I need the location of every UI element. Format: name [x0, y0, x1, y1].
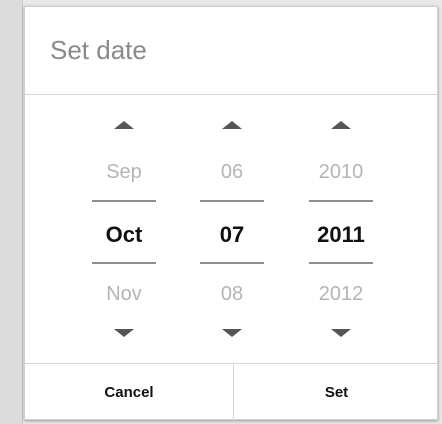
day-selection-rule-top [200, 200, 264, 202]
cancel-button[interactable]: Cancel [25, 364, 234, 421]
month-previous-value[interactable]: Sep [92, 161, 156, 184]
set-date-dialog: Set date Sep Oct Nov 06 07 08 2010 2011 [24, 6, 438, 421]
year-picker-column: 2010 2011 2012 [309, 95, 373, 363]
day-picker-column: 06 07 08 [200, 95, 264, 363]
month-picker-column: Sep Oct Nov [92, 95, 156, 363]
year-increment-icon[interactable] [331, 121, 351, 129]
dialog-title-bar: Set date [25, 7, 437, 95]
month-selected-value[interactable]: Oct [92, 222, 156, 248]
day-selected-value[interactable]: 07 [200, 222, 264, 248]
dialog-button-bar: Cancel Set [25, 363, 437, 421]
month-decrement-icon[interactable] [114, 329, 134, 337]
day-decrement-icon[interactable] [222, 329, 242, 337]
day-next-value[interactable]: 08 [200, 283, 264, 306]
date-picker: Sep Oct Nov 06 07 08 2010 2011 2012 [25, 95, 437, 363]
day-previous-value[interactable]: 06 [200, 161, 264, 184]
set-button[interactable]: Set [234, 364, 439, 421]
month-next-value[interactable]: Nov [92, 283, 156, 306]
day-selection-rule-bottom [200, 262, 264, 264]
month-selection-rule-bottom [92, 262, 156, 264]
month-increment-icon[interactable] [114, 121, 134, 129]
month-selection-rule-top [92, 200, 156, 202]
background-strip [0, 0, 23, 424]
dialog-title: Set date [50, 35, 147, 65]
year-previous-value[interactable]: 2010 [309, 161, 373, 184]
year-decrement-icon[interactable] [331, 329, 351, 337]
year-selection-rule-top [309, 200, 373, 202]
year-next-value[interactable]: 2012 [309, 283, 373, 306]
year-selected-value[interactable]: 2011 [309, 222, 373, 248]
day-increment-icon[interactable] [222, 121, 242, 129]
year-selection-rule-bottom [309, 262, 373, 264]
